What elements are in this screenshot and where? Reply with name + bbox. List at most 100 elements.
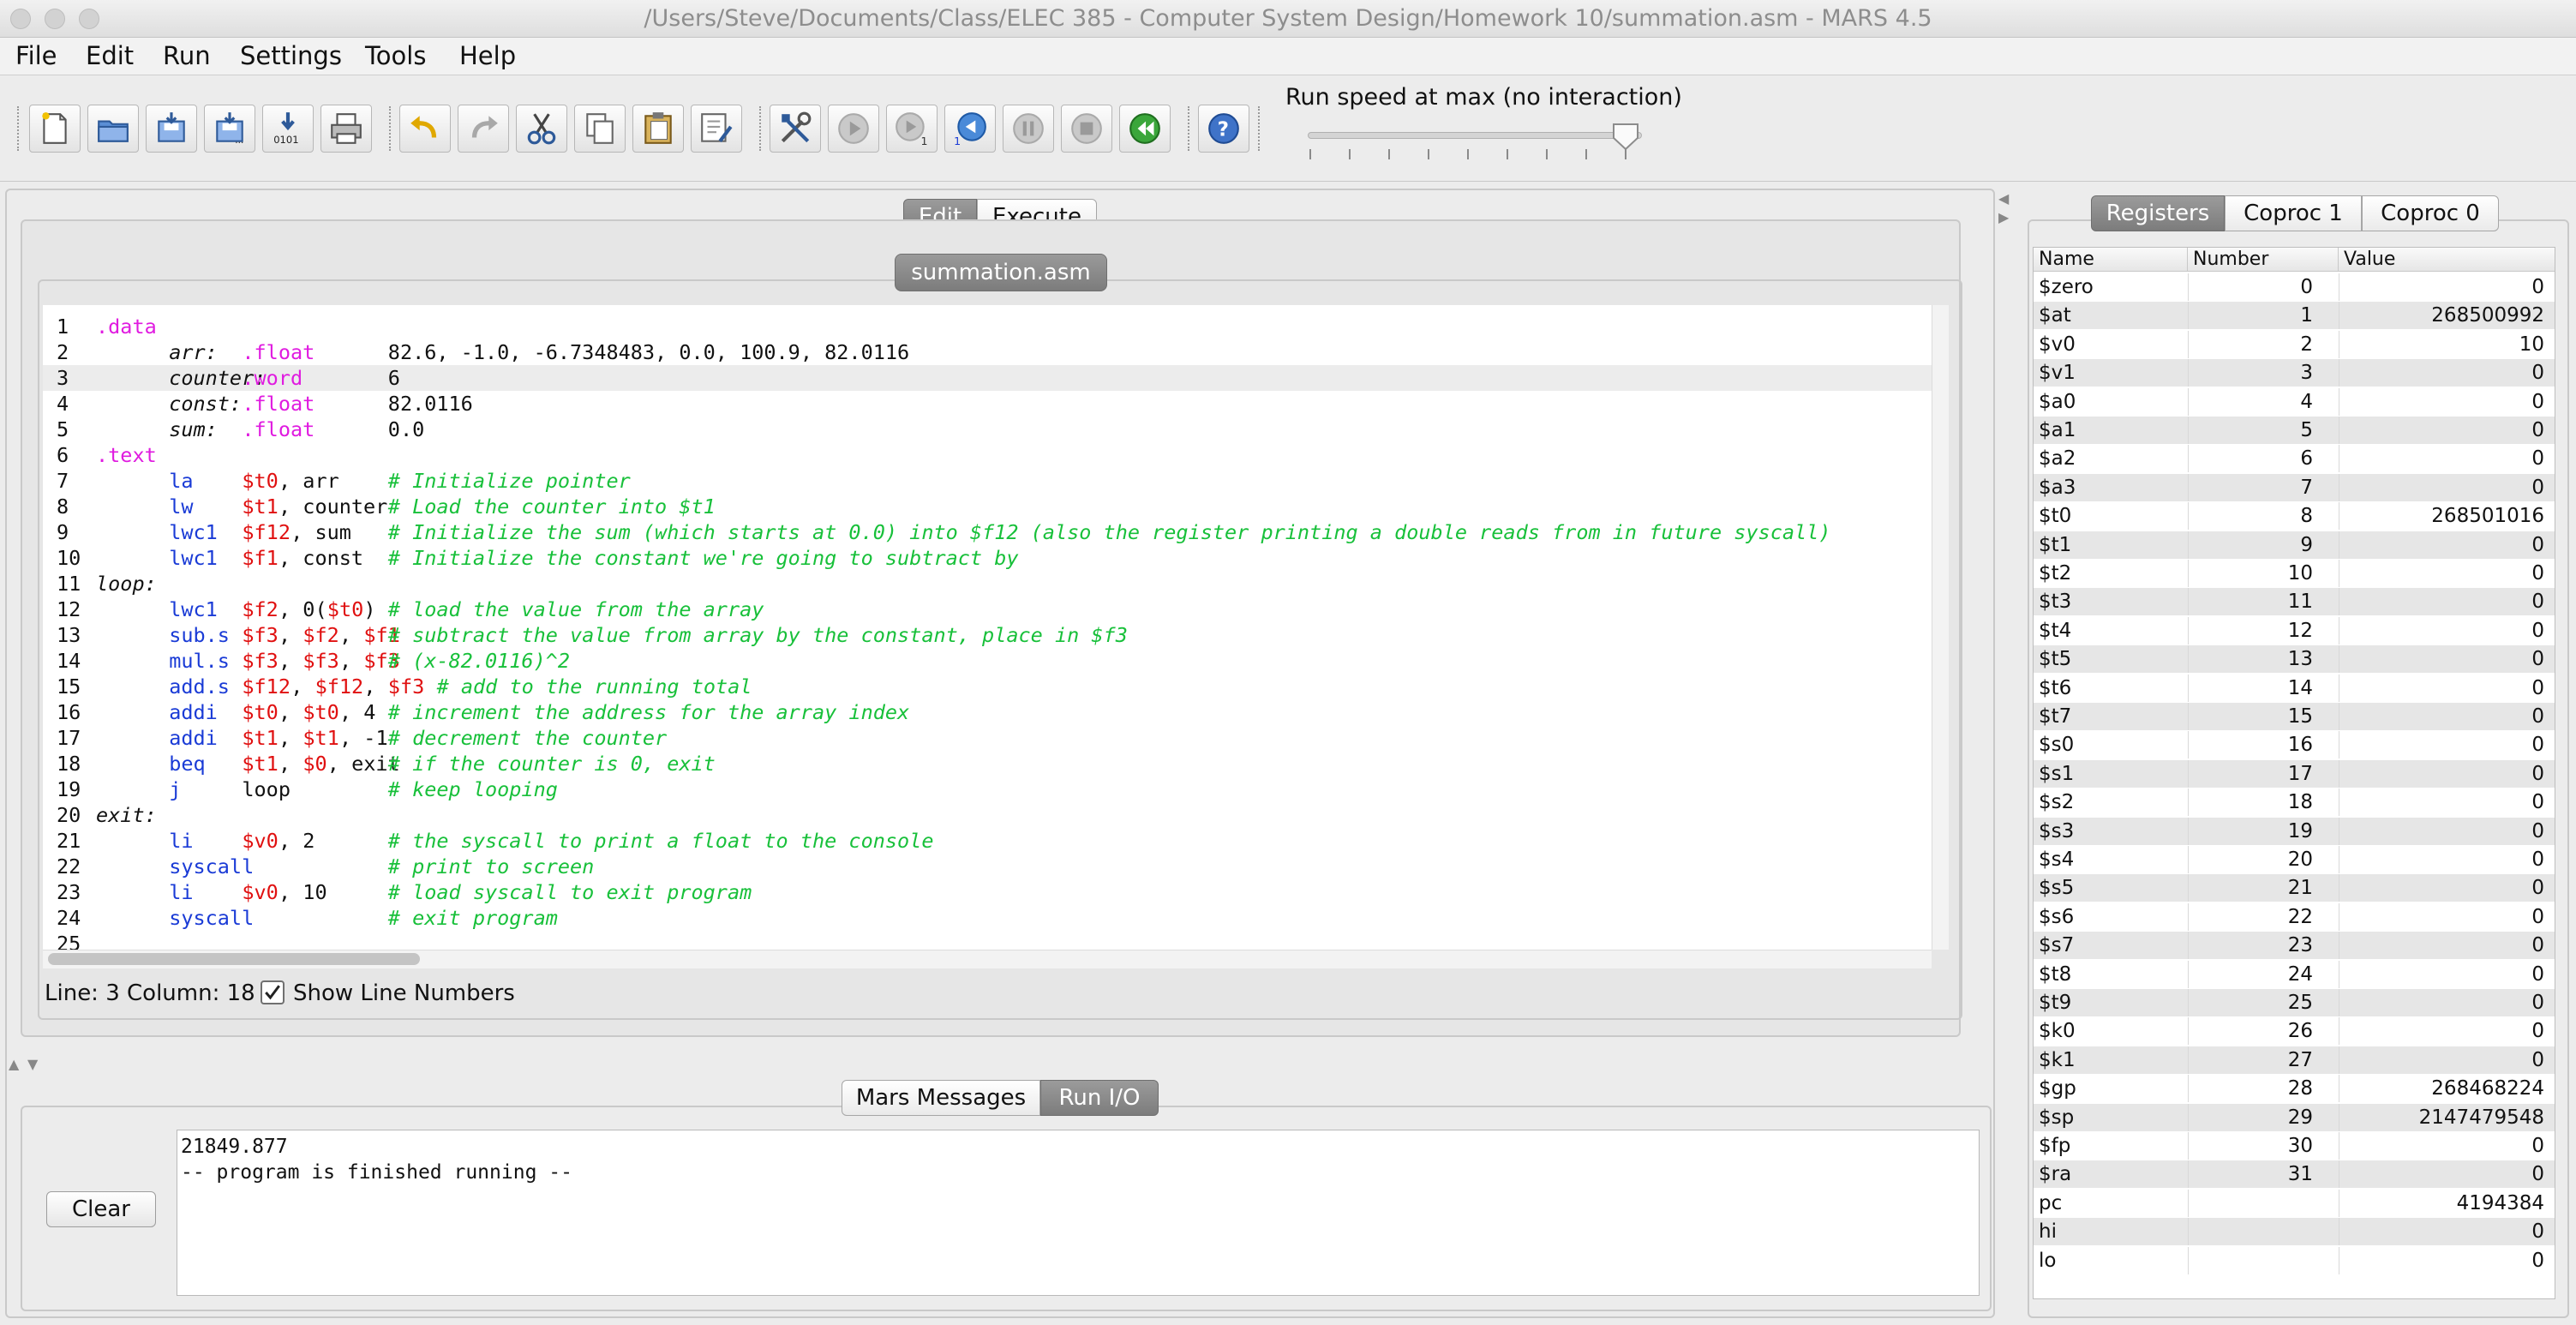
code-line[interactable]: 9 lwc1 $f12, sum # Initialize the sum (whic… xyxy=(43,519,1932,545)
code-line[interactable]: 5 sum: .float 0.0 xyxy=(43,417,1932,442)
code-line[interactable]: 16 addi $t0, $t0, 4 # increment the address… xyxy=(43,699,1932,725)
save-button[interactable] xyxy=(146,105,197,153)
table-row[interactable]: $a1 5 0 xyxy=(2034,417,2555,444)
run-io-console[interactable]: 21849.877 -- program is finished running … xyxy=(177,1130,1980,1296)
undo-button[interactable] xyxy=(399,105,451,153)
table-row[interactable]: $a2 6 0 xyxy=(2034,445,2555,473)
clear-button[interactable]: Clear xyxy=(46,1191,156,1227)
register-value[interactable]: 0 xyxy=(2342,474,2544,501)
copy-button[interactable] xyxy=(574,105,626,153)
code-line[interactable]: 1 .data xyxy=(43,314,1932,339)
code-line[interactable]: 20 exit: xyxy=(43,802,1932,828)
show-line-numbers-label[interactable]: Show Line Numbers xyxy=(293,980,515,1006)
code-line[interactable]: 21 li $v0, 2 # the syscall to print a float… xyxy=(43,828,1932,854)
register-value[interactable]: 0 xyxy=(2342,989,2544,1016)
run-button[interactable] xyxy=(828,105,879,153)
show-line-numbers-checkbox[interactable] xyxy=(261,980,285,1004)
step-button[interactable]: 1 xyxy=(886,105,938,153)
run-speed-slider[interactable] xyxy=(1308,132,1642,139)
code-line[interactable]: 14 mul.s $f3, $f3, $f3 # (x-82.0116)^2 xyxy=(43,648,1932,674)
menu-tools[interactable]: Tools xyxy=(365,41,426,70)
table-row[interactable]: $t7 15 0 xyxy=(2034,703,2555,730)
table-row[interactable]: $t3 11 0 xyxy=(2034,588,2555,616)
toolbar-grip[interactable] xyxy=(17,106,24,151)
tab-coproc-0[interactable]: Coproc 0 xyxy=(2362,195,2499,231)
register-value[interactable]: 0 xyxy=(2342,388,2544,416)
table-row[interactable]: $s4 20 0 xyxy=(2034,846,2555,873)
new-file-button[interactable] xyxy=(29,105,81,153)
code-line[interactable]: 22 syscall # print to screen xyxy=(43,854,1932,879)
collapse-right-arrow-icon[interactable]: ▶ xyxy=(1998,209,2009,225)
assemble-button[interactable] xyxy=(770,105,821,153)
code-line[interactable]: 24 syscall # exit program xyxy=(43,905,1932,931)
table-row[interactable]: $t1 9 0 xyxy=(2034,531,2555,559)
register-value[interactable]: 0 xyxy=(2342,273,2544,301)
table-row[interactable]: $t4 12 0 xyxy=(2034,616,2555,645)
table-row[interactable]: lo 0 xyxy=(2034,1246,2555,1274)
table-row[interactable]: $t0 8 268501016 xyxy=(2034,502,2555,531)
table-row[interactable]: $t9 25 0 xyxy=(2034,989,2555,1016)
code-line[interactable]: 17 addi $t1, $t1, -1 # decrement the counte… xyxy=(43,725,1932,751)
menu-settings[interactable]: Settings xyxy=(240,41,342,70)
code-line[interactable]: 15 add.s $f12, $f12, $f3 # add to the runni… xyxy=(43,674,1932,699)
save-as-button[interactable]: ... xyxy=(204,105,255,153)
menu-edit[interactable]: Edit xyxy=(86,41,134,70)
table-row[interactable]: $t2 10 0 xyxy=(2034,560,2555,587)
menu-help[interactable]: Help xyxy=(459,41,516,70)
code-line[interactable]: 18 beq $t1, $0, exit # if the counter is 0,… xyxy=(43,751,1932,776)
register-value[interactable]: 0 xyxy=(2342,617,2544,645)
register-value[interactable]: 0 xyxy=(2342,760,2544,788)
register-value[interactable]: 2147479548 xyxy=(2342,1104,2544,1131)
code-line[interactable]: 13 sub.s $f3, $f2, $f1 # subtract the value… xyxy=(43,622,1932,648)
code-line[interactable]: 23 li $v0, 10 # load syscall to exit progra… xyxy=(43,879,1932,905)
run-speed-slider-thumb[interactable] xyxy=(1611,122,1640,151)
code-line[interactable]: 6 .text xyxy=(43,442,1932,468)
table-row[interactable]: $t8 24 0 xyxy=(2034,960,2555,988)
code-line[interactable]: 19 j loop # keep looping xyxy=(43,776,1932,802)
table-row[interactable]: $t6 14 0 xyxy=(2034,674,2555,702)
code-line[interactable]: 3 counter: .word 6 xyxy=(43,365,1932,391)
table-row[interactable]: $k1 27 0 xyxy=(2034,1046,2555,1074)
code-editor[interactable]: 1 .data 2 arr: .float 82.6, -1.0, -6.7348483,… xyxy=(43,305,1932,950)
column-header-value[interactable]: Value xyxy=(2339,248,2555,272)
collapse-left-arrow-icon[interactable]: ◀ xyxy=(1998,190,2009,207)
register-value[interactable]: 0 xyxy=(2342,1017,2544,1045)
menu-file[interactable]: File xyxy=(15,41,57,70)
code-line[interactable]: 8 lw $t1, counter # Load the counter into $… xyxy=(43,494,1932,519)
register-value[interactable]: 4194384 xyxy=(2342,1190,2544,1217)
register-value[interactable]: 0 xyxy=(2342,1247,2544,1274)
editor-vertical-scrollbar[interactable] xyxy=(1932,305,1949,950)
code-line[interactable]: 25 xyxy=(43,931,1932,950)
register-value[interactable]: 0 xyxy=(2342,531,2544,559)
table-row[interactable]: $v1 3 0 xyxy=(2034,359,2555,387)
reset-button[interactable] xyxy=(1119,105,1171,153)
menu-run[interactable]: Run xyxy=(163,41,211,70)
table-row[interactable]: $s6 22 0 xyxy=(2034,902,2555,931)
register-value[interactable]: 10 xyxy=(2342,331,2544,358)
pause-button[interactable] xyxy=(1003,105,1054,153)
collapse-up-arrow-icon[interactable]: ▲ xyxy=(9,1056,19,1072)
code-line[interactable]: 2 arr: .float 82.6, -1.0, -6.7348483, 0.0, … xyxy=(43,339,1932,365)
register-value[interactable]: 0 xyxy=(2342,818,2544,845)
table-row[interactable]: $s1 17 0 xyxy=(2034,759,2555,788)
tab-registers[interactable]: Registers xyxy=(2091,195,2225,231)
collapse-down-arrow-icon[interactable]: ▼ xyxy=(27,1056,38,1072)
register-value[interactable]: 0 xyxy=(2342,788,2544,816)
register-value[interactable]: 0 xyxy=(2342,846,2544,873)
table-row[interactable]: $s5 21 0 xyxy=(2034,874,2555,902)
register-value[interactable]: 0 xyxy=(2342,932,2544,959)
code-line[interactable]: 7 la $t0, arr # Initialize pointer xyxy=(43,468,1932,494)
table-row[interactable]: $k0 26 0 xyxy=(2034,1017,2555,1046)
register-value[interactable]: 268500992 xyxy=(2342,302,2544,329)
register-value[interactable]: 0 xyxy=(2342,903,2544,931)
table-row[interactable]: $v0 2 10 xyxy=(2034,330,2555,358)
redo-button[interactable] xyxy=(458,105,509,153)
register-value[interactable]: 0 xyxy=(2342,560,2544,587)
table-row[interactable]: $sp 29 2147479548 xyxy=(2034,1103,2555,1131)
code-line[interactable]: 10 lwc1 $f1, const # Initialize the constan… xyxy=(43,545,1932,571)
column-header-name[interactable]: Name xyxy=(2034,248,2188,272)
find-replace-button[interactable] xyxy=(691,105,742,153)
code-line[interactable]: 4 const: .float 82.0116 xyxy=(43,391,1932,417)
table-row[interactable]: hi 0 xyxy=(2034,1218,2555,1246)
table-row[interactable]: $a0 4 0 xyxy=(2034,387,2555,416)
